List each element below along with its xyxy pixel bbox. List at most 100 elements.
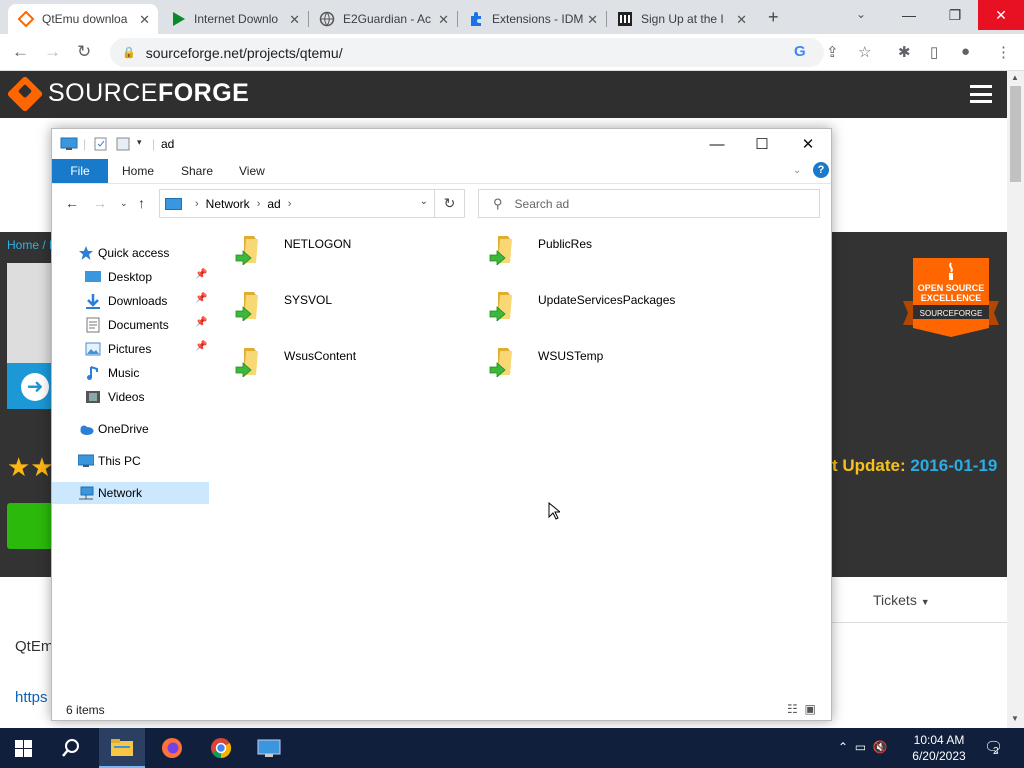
properties-icon[interactable] (94, 137, 108, 154)
list-item[interactable]: NETLOGON (222, 229, 472, 281)
file-explorer-taskbar-icon[interactable] (99, 728, 145, 768)
address-dropdown-icon[interactable]: ⌄ (420, 196, 428, 207)
customize-qat-icon[interactable]: ▾ (137, 137, 142, 148)
tab-view[interactable]: View (239, 164, 265, 178)
nav-network[interactable]: Network (52, 482, 209, 504)
forward-button[interactable]: → (93, 195, 107, 211)
tab-extensions[interactable]: Extensions - IDM ✕ (458, 4, 606, 34)
page-scrollbar-thumb[interactable] (1010, 86, 1021, 182)
breadcrumb-ad[interactable]: ad (267, 197, 280, 211)
close-tab-icon[interactable]: ✕ (438, 12, 449, 28)
close-button[interactable]: ✕ (785, 129, 831, 159)
remote-desktop-icon[interactable] (246, 728, 292, 768)
chevron-up-icon[interactable]: ⌃ (838, 740, 848, 754)
tab-search-chevron-icon[interactable]: ⌄ (856, 7, 866, 21)
nav-downloads[interactable]: Downloads 📌 (85, 290, 210, 312)
expand-ribbon-icon[interactable]: ⌄ (793, 165, 801, 176)
tab-share[interactable]: Share (181, 164, 213, 178)
help-icon[interactable]: ? (813, 162, 829, 178)
search-icon[interactable] (48, 728, 94, 768)
tab-qtemu[interactable]: QtEmu downloa ✕ (8, 4, 158, 34)
tab-e2guardian[interactable]: E2Guardian - Ac ✕ (309, 4, 457, 34)
search-input[interactable]: ⚲ Search ad (478, 189, 820, 218)
pin-icon[interactable]: 📌 (195, 341, 207, 352)
nav-documents[interactable]: Documents 📌 (85, 314, 210, 336)
clock-time: 10:04 AM (913, 733, 965, 747)
sourceforge-diamond-icon (6, 75, 44, 112)
back-button[interactable]: ← (12, 42, 29, 62)
large-icons-view-icon[interactable]: ▣ (804, 702, 815, 716)
share-icon[interactable]: ⇪ (826, 43, 839, 61)
chrome-icon[interactable] (198, 728, 244, 768)
project-link[interactable]: https (15, 689, 48, 706)
list-item[interactable]: SYSVOL (222, 285, 472, 337)
tab-file[interactable]: File (52, 159, 108, 183)
details-view-icon[interactable]: ☷ (787, 702, 798, 716)
nav-videos[interactable]: Videos (85, 386, 144, 408)
music-icon (85, 365, 101, 381)
nav-this-pc[interactable]: This PC (77, 450, 141, 472)
chevron-right-icon[interactable]: › (288, 198, 292, 210)
profile-icon[interactable]: ● (961, 43, 970, 60)
list-item[interactable]: UpdateServicesPackages (476, 285, 726, 337)
google-icon[interactable]: G (794, 43, 806, 60)
back-button[interactable]: ← (65, 195, 79, 211)
breadcrumb[interactable]: Home / E (7, 238, 57, 252)
close-tab-icon[interactable]: ✕ (587, 12, 598, 28)
extensions-icon[interactable]: ✱ (898, 43, 911, 61)
restore-button[interactable]: ❐ (932, 0, 978, 30)
clock[interactable]: 10:04 AM 6/20/2023 (904, 732, 974, 764)
pin-icon[interactable]: 📌 (195, 317, 207, 328)
hamburger-menu-icon[interactable] (970, 85, 992, 103)
recent-locations-icon[interactable]: ⌄ (120, 198, 128, 209)
nav-quick-access[interactable]: Quick access (78, 242, 169, 264)
nav-music[interactable]: Music (85, 362, 139, 384)
tab-internet-download[interactable]: Internet Downlo ✕ (160, 4, 308, 34)
close-window-button[interactable]: ✕ (978, 0, 1024, 30)
start-button[interactable] (0, 728, 46, 768)
refresh-button[interactable]: ↻ (435, 189, 465, 218)
tickets-menu[interactable]: Tickets ▼ (873, 592, 930, 608)
tab-home[interactable]: Home (122, 164, 154, 178)
menu-dots-icon[interactable]: ⋮ (996, 43, 1011, 61)
search-icon: ⚲ (493, 195, 503, 211)
list-item[interactable]: PublicRes (476, 229, 726, 281)
nav-pictures[interactable]: Pictures 📌 (85, 338, 210, 360)
breadcrumb-network[interactable]: Network (206, 197, 250, 211)
chevron-right-icon[interactable]: › (195, 198, 199, 210)
new-tab-button[interactable]: + (768, 7, 779, 28)
download-button[interactable]: ➜ (7, 363, 51, 409)
network-status-icon[interactable]: ▭ (855, 740, 866, 754)
get-updates-button[interactable] (7, 503, 51, 549)
address-bar[interactable]: › Network › ad › ⌄ (159, 189, 435, 218)
nav-desktop[interactable]: Desktop 📌 (85, 266, 210, 288)
minimize-button[interactable]: — (694, 129, 740, 159)
minimize-button[interactable]: — (886, 0, 932, 30)
reload-button[interactable]: ↻ (77, 42, 91, 62)
address-bar[interactable]: 🔒 sourceforge.net/projects/qtemu/ (110, 38, 824, 67)
close-tab-icon[interactable]: ✕ (139, 12, 150, 28)
maximize-button[interactable]: ☐ (739, 129, 785, 159)
volume-muted-icon[interactable]: 🔇 (873, 740, 888, 754)
scroll-up-icon[interactable]: ▲ (1011, 73, 1019, 82)
pin-icon[interactable]: 📌 (195, 293, 207, 304)
firefox-icon[interactable] (149, 728, 195, 768)
new-folder-icon[interactable] (116, 137, 130, 154)
list-item[interactable]: WsusContent (222, 341, 472, 393)
chevron-right-icon[interactable]: › (257, 198, 261, 210)
shared-folder-icon (489, 292, 512, 321)
nav-onedrive[interactable]: OneDrive (78, 418, 149, 440)
notification-count: 2 (993, 746, 999, 757)
notification-center-icon[interactable]: 🗨2 (984, 738, 1009, 757)
side-panel-icon[interactable]: ▯ (930, 43, 938, 61)
bookmark-star-icon[interactable]: ☆ (858, 43, 871, 61)
list-item[interactable]: WSUSTemp (476, 341, 726, 393)
up-button[interactable]: ↑ (138, 195, 145, 211)
close-tab-icon[interactable]: ✕ (289, 12, 300, 28)
scroll-down-icon[interactable]: ▼ (1011, 714, 1019, 723)
close-tab-icon[interactable]: ✕ (736, 12, 747, 28)
tab-signup[interactable]: Sign Up at the I ✕ (607, 4, 755, 34)
forward-button[interactable]: → (44, 42, 61, 62)
sourceforge-logo[interactable]: SOURCE FORGE (6, 75, 249, 112)
pin-icon[interactable]: 📌 (195, 269, 207, 280)
